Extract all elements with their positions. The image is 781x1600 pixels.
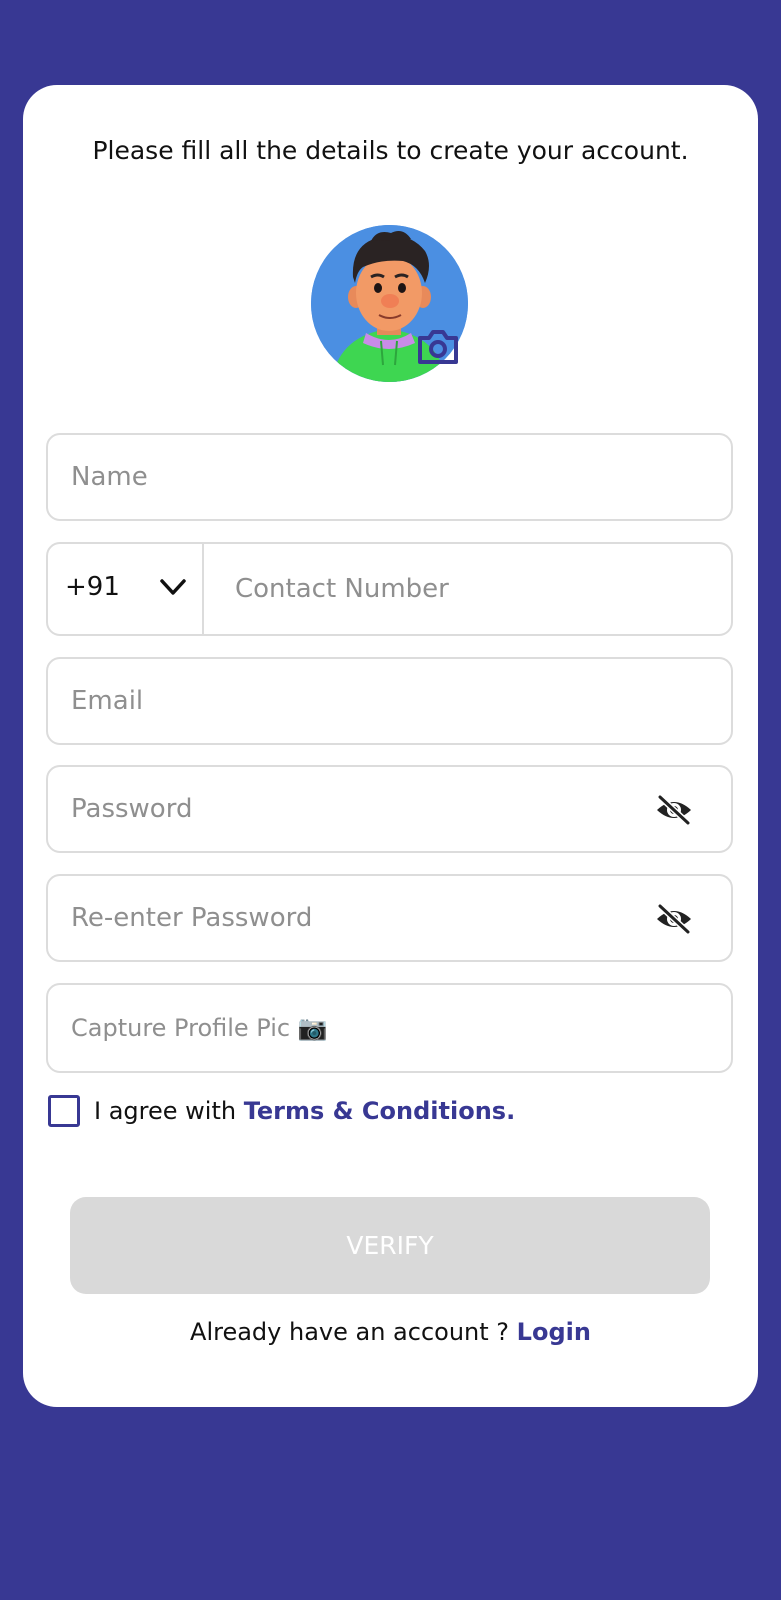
password-field[interactable] [46, 765, 733, 853]
capture-profile-pic-field[interactable] [46, 983, 733, 1073]
name-input[interactable] [48, 435, 731, 519]
eye-off-icon[interactable] [655, 795, 693, 825]
phone-field: +91 [46, 542, 733, 636]
chevron-down-icon [160, 579, 186, 595]
capture-profile-pic-input[interactable] [48, 985, 731, 1071]
camera-icon[interactable] [416, 328, 460, 366]
name-field[interactable] [46, 433, 733, 521]
login-link[interactable]: Login [517, 1318, 591, 1346]
login-row: Already have an account ? Login [23, 1318, 758, 1346]
email-field[interactable] [46, 657, 733, 745]
terms-prefix: I agree with [94, 1097, 244, 1125]
reenter-password-field[interactable] [46, 874, 733, 962]
intro-text: Please fill all the details to create yo… [92, 136, 689, 165]
country-code-value: +91 [65, 572, 120, 602]
terms-link[interactable]: Terms & Conditions. [244, 1097, 516, 1125]
terms-text: I agree with Terms & Conditions. [94, 1097, 515, 1125]
contact-number-input[interactable] [206, 544, 733, 634]
signup-card: Please fill all the details to create yo… [23, 85, 758, 1407]
email-input[interactable] [48, 659, 731, 743]
login-prompt: Already have an account ? [190, 1318, 517, 1346]
eye-off-icon[interactable] [655, 904, 693, 934]
reenter-password-input[interactable] [48, 876, 731, 960]
verify-button[interactable]: VERIFY [70, 1197, 710, 1294]
password-input[interactable] [48, 767, 731, 851]
country-code-select[interactable]: +91 [48, 544, 204, 634]
terms-checkbox[interactable] [48, 1095, 80, 1127]
